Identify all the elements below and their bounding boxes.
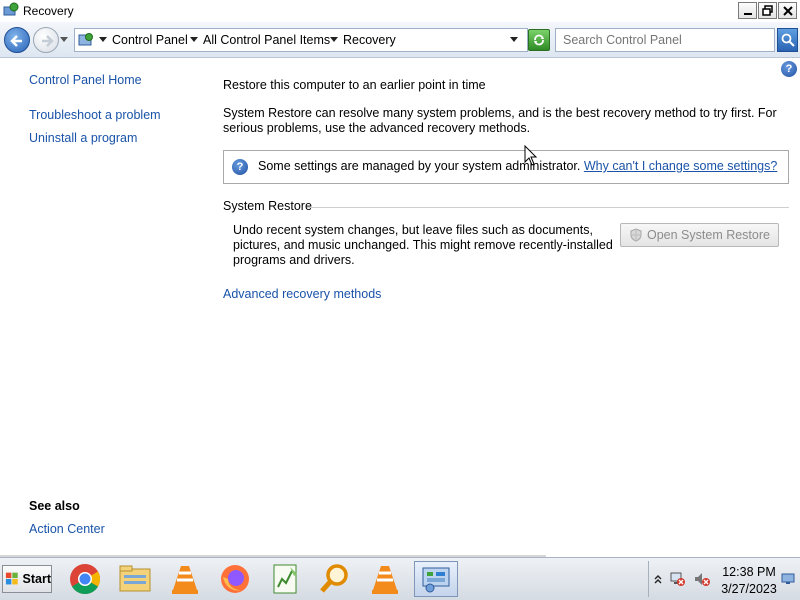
taskbar-app-spreadsheet[interactable] bbox=[265, 561, 305, 597]
restore-window-button[interactable] bbox=[758, 2, 777, 19]
info-message: Some settings are managed by your system… bbox=[258, 159, 777, 173]
section-divider bbox=[307, 207, 789, 208]
start-button[interactable]: Start bbox=[2, 565, 52, 593]
show-hidden-icons-icon[interactable] bbox=[654, 574, 662, 584]
sidebar-item-control-panel-home[interactable]: Control Panel Home bbox=[29, 73, 142, 87]
breadcrumb-control-panel[interactable]: Control Panel bbox=[112, 33, 188, 47]
mouse-cursor-icon bbox=[524, 145, 538, 166]
search-field[interactable] bbox=[555, 28, 775, 52]
question-icon: ? bbox=[232, 159, 248, 175]
breadcrumb-all-items[interactable]: All Control Panel Items bbox=[203, 33, 330, 47]
taskbar-app-search[interactable] bbox=[315, 561, 355, 597]
vlc-icon bbox=[172, 566, 198, 594]
taskbar-app-firefox[interactable] bbox=[215, 561, 255, 597]
control-panel-icon bbox=[422, 567, 450, 593]
see-also-heading: See also bbox=[29, 499, 80, 513]
recent-pages-dropdown-icon[interactable] bbox=[60, 37, 68, 43]
system-restore-heading: System Restore bbox=[223, 199, 312, 213]
back-arrow-icon bbox=[10, 35, 22, 47]
open-system-restore-button[interactable]: Open System Restore bbox=[620, 223, 779, 247]
breadcrumb-recovery[interactable]: Recovery bbox=[343, 33, 396, 47]
shield-icon bbox=[630, 228, 642, 242]
chevron-down-icon[interactable] bbox=[190, 37, 198, 43]
address-history-dropdown-icon[interactable] bbox=[510, 37, 518, 43]
why-cant-change-settings-link[interactable]: Why can't I change some settings? bbox=[584, 159, 777, 173]
refresh-icon bbox=[534, 34, 544, 46]
chevron-down-icon[interactable] bbox=[330, 37, 338, 43]
sidebar-item-troubleshoot[interactable]: Troubleshoot a problem bbox=[29, 108, 161, 122]
taskbar-app-control-panel[interactable] bbox=[414, 561, 458, 597]
open-system-restore-label: Open System Restore bbox=[647, 228, 770, 242]
advanced-recovery-link[interactable]: Advanced recovery methods bbox=[223, 287, 381, 301]
restore-window-icon bbox=[762, 5, 773, 16]
window-title: Recovery bbox=[23, 4, 74, 18]
forward-arrow-icon bbox=[42, 35, 54, 47]
firefox-icon bbox=[221, 565, 249, 593]
taskbar-app-file-explorer[interactable] bbox=[115, 561, 155, 597]
windows-logo-icon bbox=[5, 572, 18, 585]
search-magnifier-icon bbox=[320, 564, 348, 593]
search-icon bbox=[781, 33, 795, 47]
forward-button[interactable] bbox=[33, 27, 59, 53]
taskbar-app-chrome[interactable] bbox=[65, 561, 105, 597]
taskbar: Start 12:38 PM 3/27/2023 bbox=[0, 557, 800, 600]
search-input[interactable] bbox=[556, 29, 774, 51]
recovery-app-icon bbox=[3, 2, 19, 16]
see-also-action-center[interactable]: Action Center bbox=[29, 522, 105, 536]
help-icon[interactable]: ? bbox=[781, 61, 797, 77]
taskbar-app-vlc[interactable] bbox=[165, 561, 205, 597]
close-button[interactable] bbox=[778, 2, 797, 19]
close-icon bbox=[782, 5, 793, 16]
network-disconnected-icon[interactable] bbox=[670, 571, 686, 587]
address-toolbar: Control Panel All Control Panel Items Re… bbox=[0, 22, 800, 58]
minimize-icon bbox=[743, 12, 752, 15]
chevron-down-icon[interactable] bbox=[99, 37, 107, 43]
chrome-icon bbox=[70, 564, 101, 595]
system-restore-description: Undo recent system changes, but leave fi… bbox=[233, 223, 613, 267]
clock-date[interactable]: 3/27/2023 bbox=[718, 582, 780, 596]
volume-muted-icon[interactable] bbox=[694, 571, 710, 587]
breadcrumb[interactable]: Control Panel All Control Panel Items Re… bbox=[74, 28, 528, 52]
show-desktop-icon[interactable] bbox=[781, 573, 795, 585]
back-button[interactable] bbox=[4, 27, 30, 53]
search-button[interactable] bbox=[777, 28, 798, 52]
page-title: Restore this computer to an earlier poin… bbox=[223, 78, 486, 92]
refresh-button[interactable] bbox=[528, 29, 550, 51]
minimize-button[interactable] bbox=[738, 2, 757, 19]
title-bar: Recovery bbox=[0, 0, 800, 22]
spreadsheet-icon bbox=[273, 564, 297, 594]
sidebar-item-uninstall[interactable]: Uninstall a program bbox=[29, 131, 137, 145]
intro-text: System Restore can resolve many system p… bbox=[223, 106, 777, 135]
vlc-icon bbox=[372, 566, 398, 594]
start-label: Start bbox=[22, 572, 51, 586]
clock-time[interactable]: 12:38 PM bbox=[718, 565, 780, 579]
admin-info-box: ? Some settings are managed by your syst… bbox=[223, 150, 789, 184]
control-panel-icon bbox=[78, 33, 93, 46]
file-explorer-icon bbox=[119, 565, 151, 592]
taskbar-app-vlc-2[interactable] bbox=[365, 561, 405, 597]
